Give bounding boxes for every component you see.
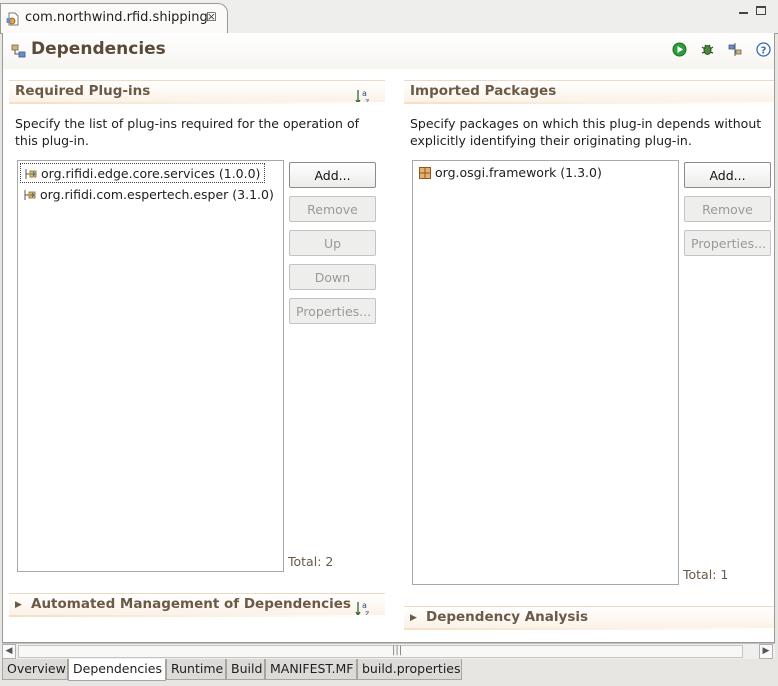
horizontal-scrollbar[interactable]: ◀ ||| ▶ (2, 643, 775, 659)
required-plugins-title: Required Plug-ins (15, 83, 151, 99)
list-item[interactable]: org.rifidi.com.espertech.esper (3.1.0) (20, 185, 278, 205)
required-plugins-section-header: Required Plug-ins a z (9, 80, 385, 106)
list-item[interactable]: org.osgi.framework (1.3.0) (415, 163, 606, 183)
grip-icon: ||| (392, 645, 403, 656)
package-icon (419, 167, 431, 179)
add-plugin-button[interactable]: Add... (289, 162, 376, 188)
form-page: Dependencies ? Required Plug-ins a z Spe (2, 33, 775, 643)
plugin-icon (25, 169, 37, 179)
remove-plugin-button[interactable]: Remove (289, 196, 376, 222)
scroll-left-icon[interactable]: ◀ (2, 644, 16, 659)
dependency-analysis-title: Dependency Analysis (426, 609, 589, 625)
scroll-right-icon[interactable]: ▶ (759, 644, 773, 659)
export-icon[interactable] (728, 42, 743, 57)
close-icon[interactable]: ☒ (206, 10, 217, 24)
list-item[interactable]: org.rifidi.edge.core.services (1.0.0) (20, 163, 266, 183)
plugin-icon (24, 190, 36, 200)
help-icon[interactable]: ? (756, 42, 771, 57)
dependencies-icon (11, 44, 26, 58)
imported-packages-title: Imported Packages (410, 83, 557, 99)
tab-dependencies[interactable]: Dependencies (68, 659, 166, 681)
automated-management-title: Automated Management of Dependencies (31, 596, 351, 612)
editor-tab-title: com.northwind.rfid.shipping (25, 10, 208, 25)
automated-management-section-header[interactable]: ▶ Automated Management of Dependencies a… (9, 593, 385, 618)
scrollbar-thumb[interactable]: ||| (18, 645, 743, 658)
expand-icon[interactable]: ▶ (15, 600, 22, 610)
imported-packages-list[interactable]: org.osgi.framework (1.3.0) (412, 160, 679, 585)
required-plugins-total: Total: 2 (288, 554, 334, 569)
imported-packages-description: Specify packages on which this plug-in d… (410, 116, 762, 148)
debug-icon[interactable] (700, 42, 715, 57)
editor-tab[interactable]: com.northwind.rfid.shipping ☒ (0, 3, 228, 33)
tab-runtime[interactable]: Runtime (166, 659, 226, 680)
run-icon[interactable] (672, 42, 687, 57)
dependency-analysis-section-header[interactable]: ▶ Dependency Analysis (404, 606, 774, 628)
maximize-icon[interactable] (756, 6, 766, 15)
tab-build-properties[interactable]: build.properties (357, 659, 462, 680)
required-plugins-list[interactable]: org.rifidi.edge.core.services (1.0.0) or… (17, 160, 284, 572)
svg-text:?: ? (761, 46, 767, 57)
form-header: Dependencies ? (3, 33, 774, 69)
move-down-button[interactable]: Down (289, 264, 376, 290)
plugin-manifest-icon (6, 12, 19, 26)
imported-packages-total: Total: 1 (683, 567, 729, 582)
expand-icon[interactable]: ▶ (410, 613, 417, 623)
required-plugins-description: Specify the list of plug-ins required fo… (15, 116, 359, 148)
add-package-button[interactable]: Add... (684, 162, 771, 188)
minimize-icon[interactable] (739, 6, 748, 14)
move-up-button[interactable]: Up (289, 230, 376, 256)
tab-overview[interactable]: Overview (2, 659, 68, 680)
editor-tab-strip: com.northwind.rfid.shipping ☒ (0, 0, 778, 34)
plugin-properties-button[interactable]: Properties... (289, 298, 376, 324)
tab-build[interactable]: Build (226, 659, 265, 680)
imported-packages-section-header: Imported Packages (404, 80, 774, 102)
remove-package-button[interactable]: Remove (684, 196, 771, 222)
page-tabs: Overview Dependencies Runtime Build MANI… (2, 659, 775, 681)
package-properties-button[interactable]: Properties... (684, 230, 771, 256)
page-title: Dependencies (31, 39, 166, 59)
tab-manifest[interactable]: MANIFEST.MF (265, 659, 357, 680)
